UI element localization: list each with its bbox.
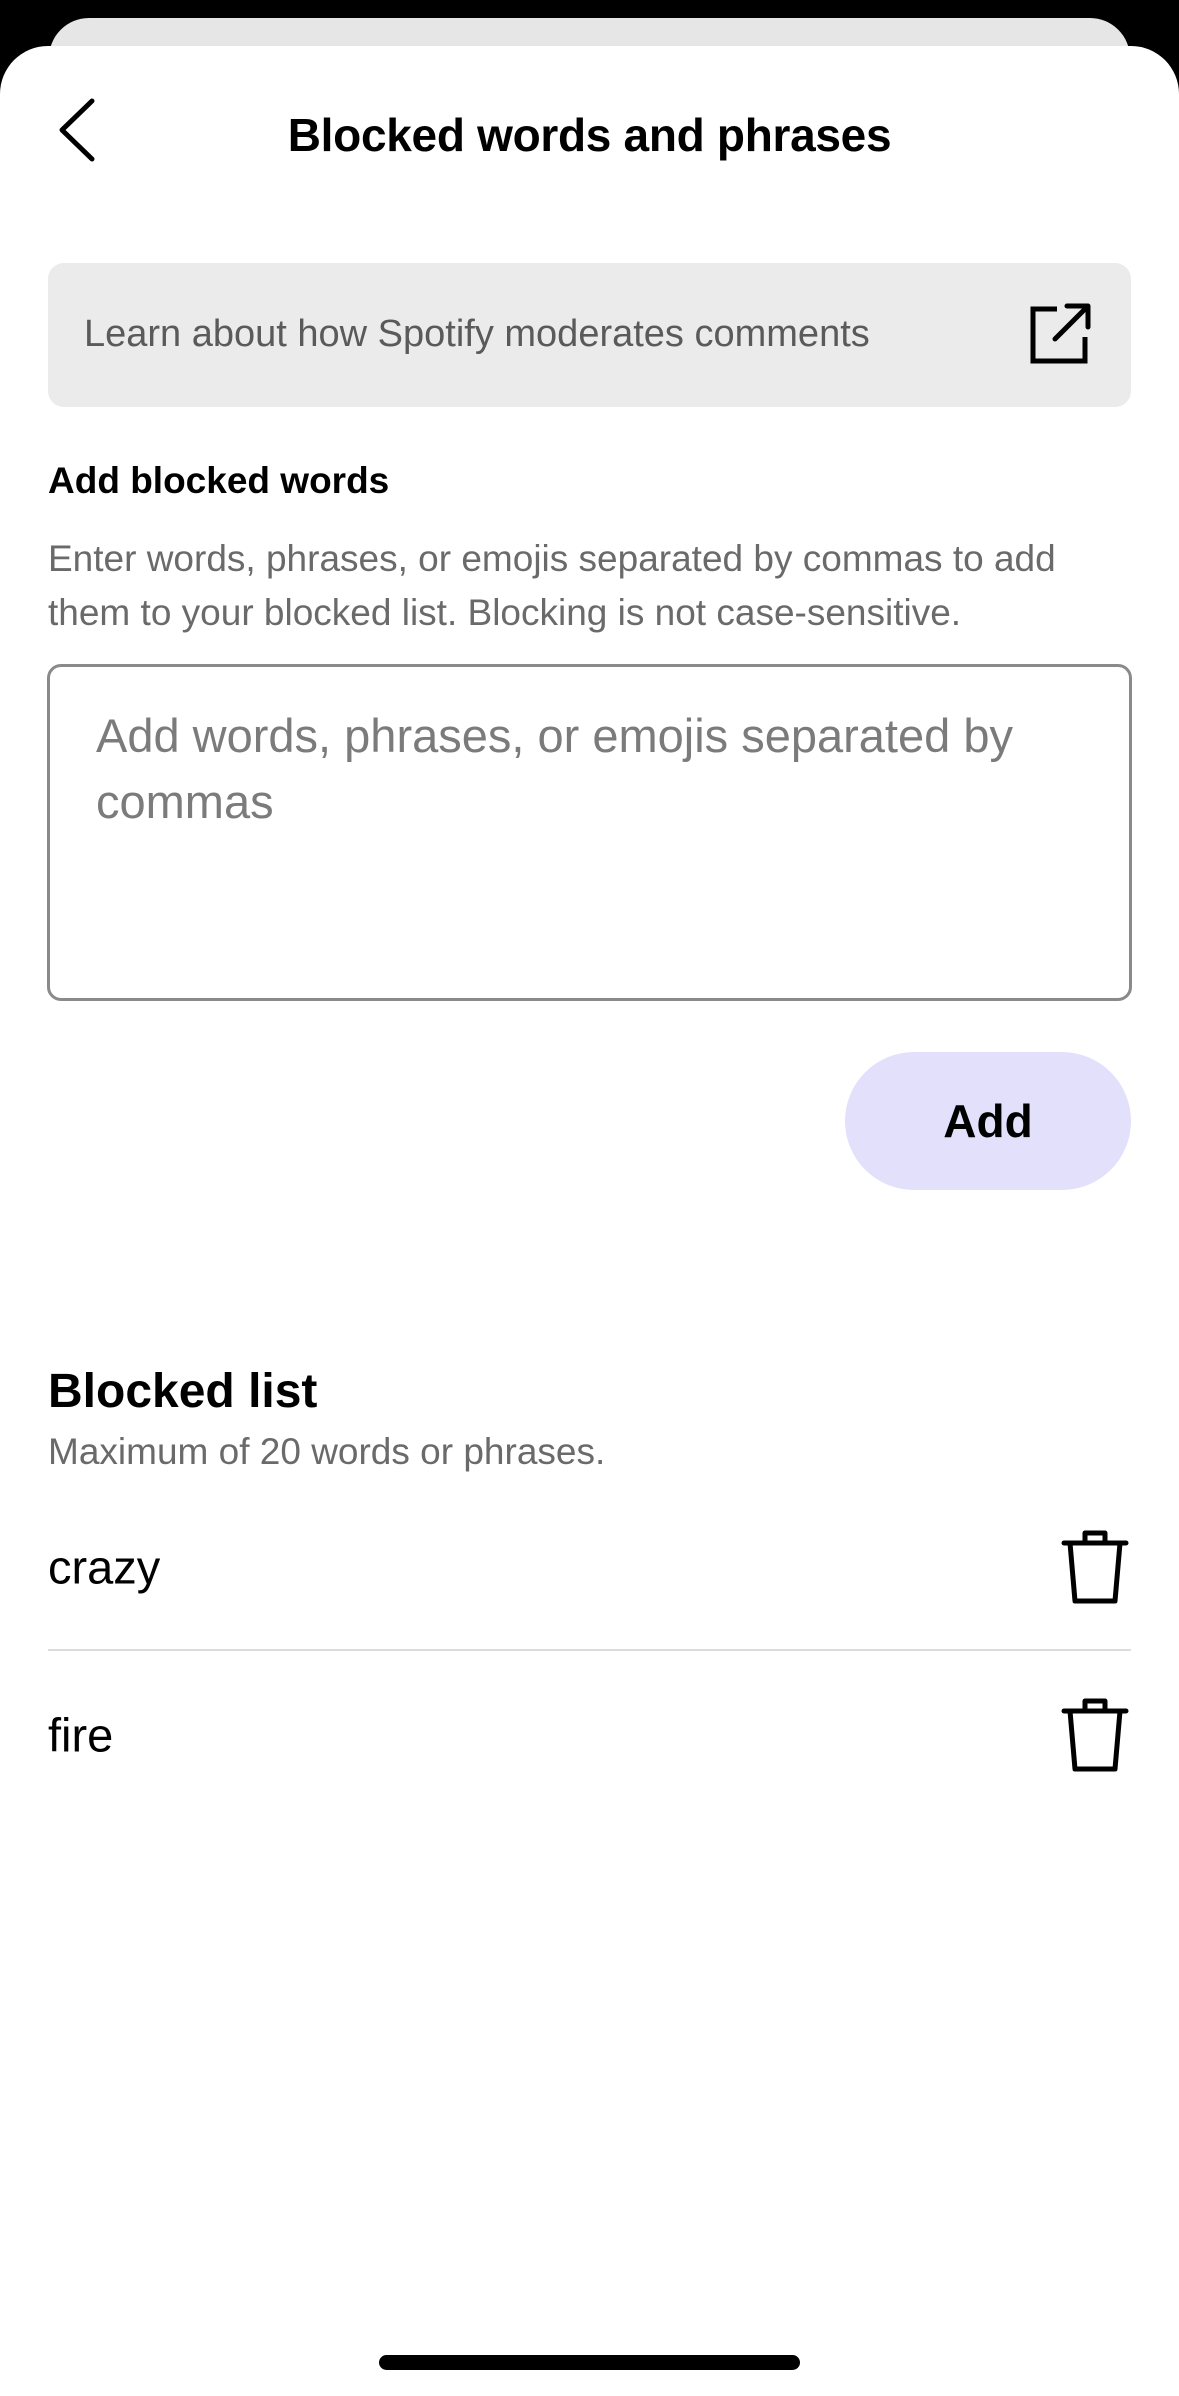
blocked-words-sheet: Blocked words and phrases Learn about ho… bbox=[0, 46, 1179, 2396]
blocked-list-title: Blocked list bbox=[48, 1365, 318, 1418]
blocked-word-text: fire bbox=[48, 1708, 114, 1762]
blocked-list-item: fire bbox=[48, 1651, 1131, 1819]
delete-crazy-button[interactable] bbox=[1061, 1529, 1129, 1605]
page-title: Blocked words and phrases bbox=[287, 109, 892, 161]
add-button[interactable]: Add bbox=[845, 1052, 1131, 1190]
blocked-words-input[interactable] bbox=[47, 664, 1132, 1001]
add-blocked-words-description: Enter words, phrases, or emojis separate… bbox=[48, 538, 1056, 633]
learn-moderation-link[interactable]: Learn about how Spotify moderates commen… bbox=[48, 263, 1131, 407]
blocked-word-text: crazy bbox=[48, 1540, 161, 1594]
learn-moderation-text: Learn about how Spotify moderates commen… bbox=[84, 313, 870, 355]
blocked-list-item: crazy bbox=[48, 1483, 1131, 1651]
trash-icon bbox=[1061, 1698, 1129, 1772]
trash-icon bbox=[1061, 1530, 1129, 1604]
delete-fire-button[interactable] bbox=[1061, 1697, 1129, 1773]
external-link-icon bbox=[1030, 303, 1091, 364]
home-indicator[interactable] bbox=[379, 2355, 800, 2370]
blocked-list-subtitle: Maximum of 20 words or phrases. bbox=[48, 1431, 606, 1472]
add-blocked-words-label: Add blocked words bbox=[48, 460, 390, 501]
